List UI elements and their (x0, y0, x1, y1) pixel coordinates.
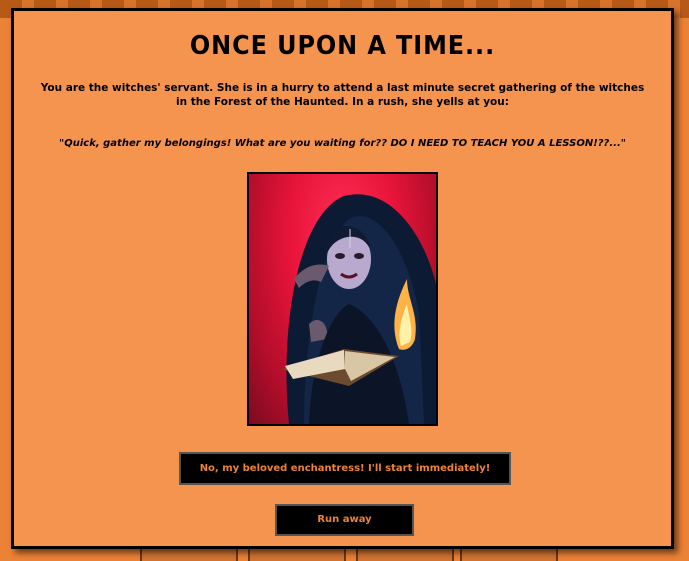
story-modal: ONCE UPON A TIME... You are the witches'… (11, 8, 674, 549)
modal-title: ONCE UPON A TIME... (189, 31, 496, 61)
witch-photo (247, 172, 438, 426)
witch-illustration (281, 194, 436, 424)
witch-quote: "Quick, gather my belongings! What are y… (59, 138, 626, 149)
story-intro-text: You are the witches' servant. She is in … (40, 82, 645, 108)
obey-choice-button[interactable]: No, my beloved enchantress! I'll start i… (179, 452, 511, 485)
run-away-button[interactable]: Run away (275, 504, 414, 536)
